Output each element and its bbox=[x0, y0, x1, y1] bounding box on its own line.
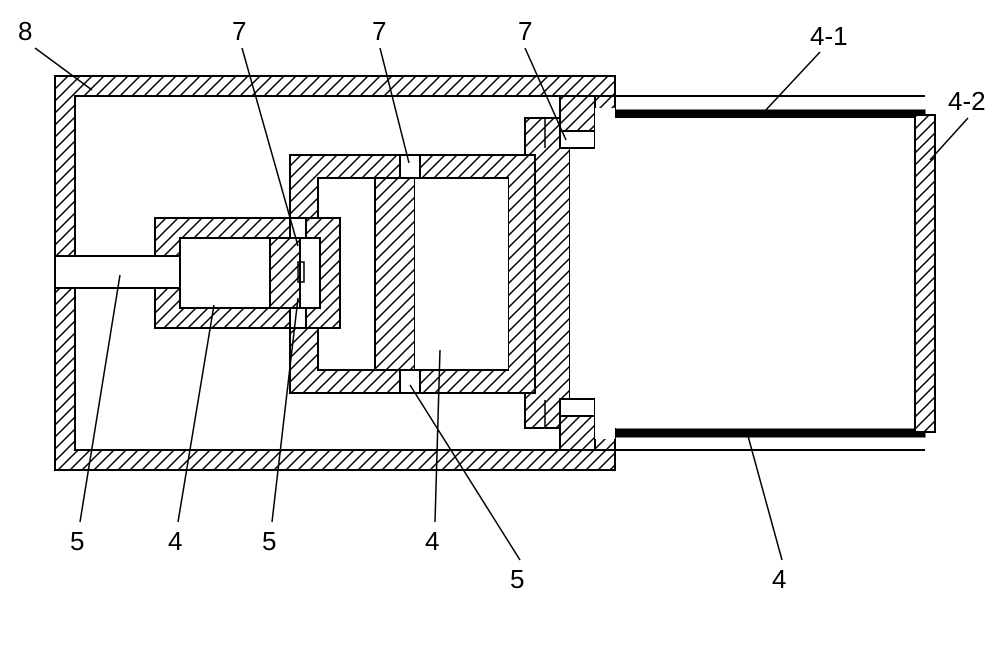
label-7b: 7 bbox=[372, 16, 386, 46]
inner-cylinder bbox=[155, 218, 340, 328]
technical-diagram: 8 7 7 7 4-1 4-2 5 4 5 4 5 4 bbox=[0, 0, 1000, 647]
label-4a: 4 bbox=[168, 526, 182, 556]
label-4b: 4 bbox=[425, 526, 439, 556]
label-7a: 7 bbox=[232, 16, 246, 46]
label-5a: 5 bbox=[70, 526, 84, 556]
label-7c: 7 bbox=[518, 16, 532, 46]
left-rod bbox=[55, 256, 180, 288]
label-8: 8 bbox=[18, 16, 32, 46]
label-5b: 5 bbox=[262, 526, 276, 556]
label-42: 4-2 bbox=[948, 86, 986, 116]
label-4c: 4 bbox=[772, 564, 786, 594]
label-41: 4-1 bbox=[810, 21, 848, 51]
label-5c: 5 bbox=[510, 564, 524, 594]
